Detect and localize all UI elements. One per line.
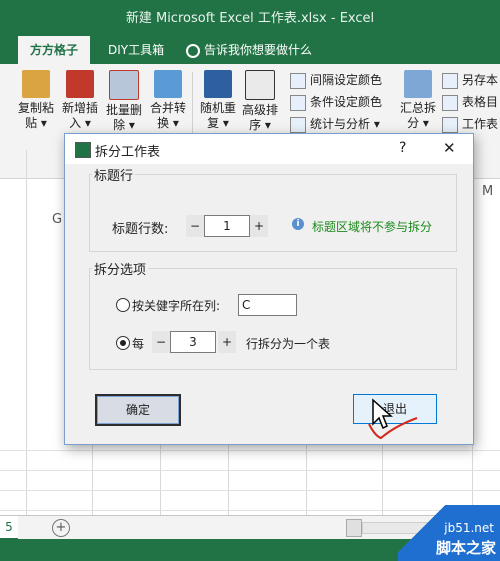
ok-button[interactable]: 确定: [95, 394, 181, 426]
summary-label-2: 分 ▾: [407, 116, 429, 130]
dialog-title-bar: 拆分工作表 ? ✕: [65, 134, 473, 164]
every-rows-decrement-button[interactable]: −: [152, 331, 170, 353]
tab-diy-toolbox[interactable]: DIY工具箱: [96, 36, 176, 64]
header-row-group: 标题行 标题行数: − 1 + i 标题区域将不参与拆分: [89, 165, 457, 252]
batch-delete-button[interactable]: 批量删 除 ▾: [102, 70, 146, 133]
add-sheet-button[interactable]: +: [52, 519, 70, 537]
save-as-button[interactable]: 另存本: [442, 70, 498, 90]
insert-label-1: 新增插: [61, 101, 98, 115]
table-toc-label: 表格目: [462, 95, 499, 109]
sort-label-2: 序 ▾: [249, 118, 271, 132]
grid-line: [0, 450, 500, 451]
app-icon: [75, 142, 91, 158]
summary-icon: [404, 70, 432, 98]
every-rows-suffix: 行拆分为一个表: [246, 337, 331, 351]
column-header-g[interactable]: G: [52, 212, 62, 227]
info-icon: i: [292, 218, 304, 230]
insert-button[interactable]: 新增插 入 ▾: [58, 70, 102, 131]
batch-delete-label-2: 除 ▾: [113, 118, 135, 132]
window-title: 新建 Microsoft Excel 工作表.xlsx - Excel: [125, 11, 375, 26]
condition-color-button[interactable]: 条件设定颜色: [290, 92, 382, 112]
interval-color-button[interactable]: 间隔设定颜色: [290, 70, 382, 90]
watermark-brand: 脚本之家: [435, 539, 496, 557]
help-button[interactable]: ?: [399, 140, 406, 156]
random-label-2: 复 ▾: [207, 116, 229, 130]
header-rows-label: 标题行数:: [112, 222, 169, 237]
column-header-m[interactable]: M: [482, 184, 493, 199]
by-keyword-radio[interactable]: [116, 298, 130, 312]
random-label-1: 随机重: [199, 101, 236, 115]
red-check-mark-icon: [368, 417, 418, 440]
ribbon-tabs: 方方格子 DIY工具箱 告诉我你想要做什么: [0, 32, 500, 64]
every-n-rows-radio[interactable]: [116, 336, 130, 350]
copy-paste-button[interactable]: 复制粘 贴 ▾: [14, 70, 58, 131]
watermark-corner: jb51.net 脚本之家: [398, 505, 500, 561]
delete-grid-icon: [109, 70, 139, 100]
stats-icon: [290, 116, 306, 133]
merge-icon: [154, 70, 182, 98]
save-as-icon: [442, 72, 458, 89]
summary-split-button[interactable]: 汇总拆 分 ▾: [396, 70, 440, 131]
interval-color-icon: [290, 72, 306, 89]
sort-az-icon: [245, 70, 275, 100]
merge-label-1: 合并转: [149, 101, 186, 115]
insert-label-2: 入 ▾: [69, 116, 91, 130]
tell-me-label: 告诉我你想要做什么: [204, 43, 313, 57]
sort-label-1: 高级排: [241, 103, 278, 117]
grid-line: [0, 470, 500, 471]
split-options-group: 拆分选项 按关健字所在列: C 每 − 3 + 行拆分为一个表: [89, 259, 457, 370]
split-worksheet-dialog: 拆分工作表 ? ✕ 标题行 标题行数: − 1 + i 标题区域将不参与拆分 拆…: [64, 133, 474, 445]
batch-delete-label-1: 批量删: [105, 103, 142, 117]
table-toc-icon: [442, 94, 458, 111]
advanced-sort-button[interactable]: 高级排 序 ▾: [238, 70, 282, 133]
condition-color-label: 条件设定颜色: [310, 95, 383, 109]
by-keyword-label: 按关健字所在列:: [132, 299, 221, 313]
worksheet-label: 工作表: [462, 117, 499, 131]
random-icon: [204, 70, 232, 98]
copy-paste-label-1: 复制粘: [17, 101, 54, 115]
header-note: 标题区域将不参与拆分: [312, 220, 433, 234]
clipboard-icon: [22, 70, 50, 98]
every-label: 每: [132, 337, 145, 351]
close-icon[interactable]: ✕: [443, 139, 456, 157]
merge-label-2: 换 ▾: [157, 116, 179, 130]
table-toc-button[interactable]: 表格目: [442, 92, 498, 112]
ribbon-divider: [192, 72, 193, 142]
header-rows-input[interactable]: 1: [204, 215, 250, 237]
merge-convert-button[interactable]: 合并转 换 ▾: [146, 70, 190, 131]
excel-title-bar: 新建 Microsoft Excel 工作表.xlsx - Excel: [0, 0, 500, 32]
split-options-legend: 拆分选项: [92, 259, 149, 278]
grid-line: [0, 490, 500, 491]
copy-paste-label-2: 贴 ▾: [25, 116, 47, 130]
header-rows-increment-button[interactable]: +: [250, 215, 268, 237]
sheet-tab[interactable]: 5: [0, 516, 18, 540]
grid-line: [26, 150, 27, 515]
watermark-url: jb51.net: [444, 521, 494, 535]
worksheet-icon: [442, 116, 458, 133]
insert-icon: [66, 70, 94, 98]
every-rows-input[interactable]: 3: [170, 331, 216, 353]
every-rows-increment-button[interactable]: +: [218, 331, 236, 353]
random-repeat-button[interactable]: 随机重 复 ▾: [196, 70, 240, 131]
dialog-title: 拆分工作表: [95, 145, 161, 160]
stats-label: 统计与分析 ▾: [310, 117, 380, 131]
tab-tell-me[interactable]: 告诉我你想要做什么: [180, 36, 324, 64]
scroll-left-button[interactable]: [346, 519, 362, 537]
interval-color-label: 间隔设定颜色: [310, 73, 383, 87]
save-as-label: 另存本: [462, 73, 499, 87]
worksheet-button[interactable]: 工作表: [442, 114, 498, 134]
lightbulb-icon: [186, 44, 200, 58]
header-row-legend: 标题行: [92, 165, 136, 184]
tab-fangfang[interactable]: 方方格子: [18, 36, 91, 64]
summary-label-1: 汇总拆: [399, 101, 436, 115]
condition-color-icon: [290, 94, 306, 111]
keyword-column-input[interactable]: C: [238, 294, 297, 316]
header-rows-decrement-button[interactable]: −: [186, 215, 204, 237]
stats-analysis-button[interactable]: 统计与分析 ▾: [290, 114, 380, 134]
